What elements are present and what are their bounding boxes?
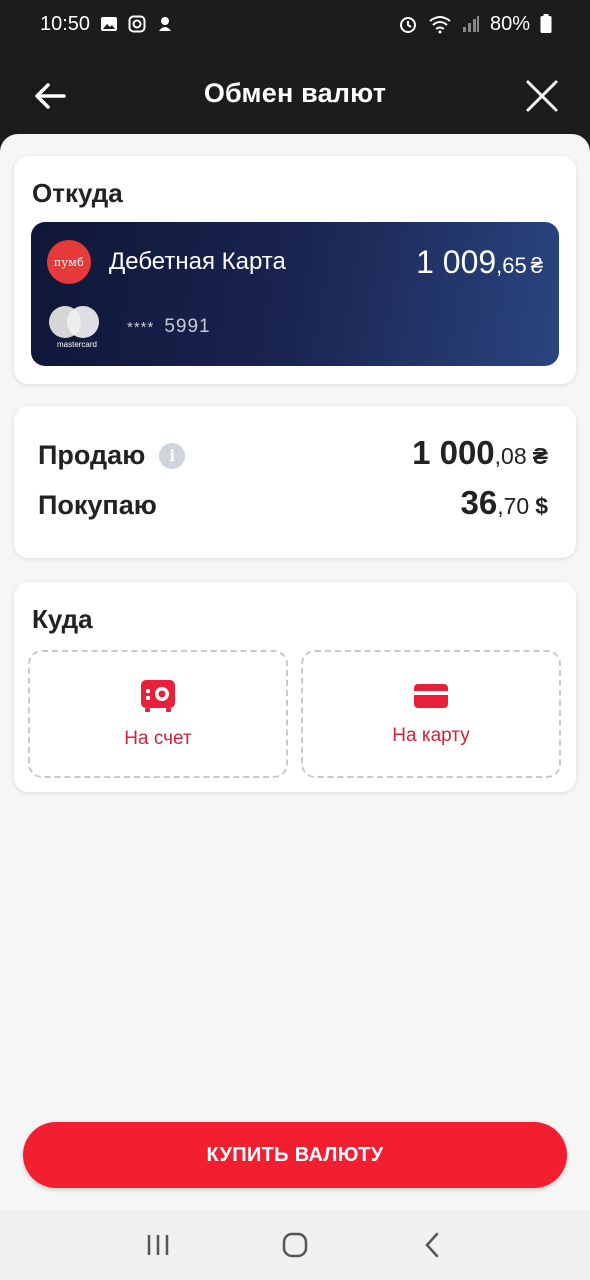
buy-row: Покупаю 36,70 $ (38, 484, 548, 522)
status-time: 10:50 (40, 12, 91, 35)
recent-apps-icon (148, 1235, 169, 1255)
system-back-button[interactable] (412, 1225, 452, 1265)
signal-icon (462, 15, 480, 33)
image-icon (100, 15, 118, 33)
sell-amount-dec: ,08 (494, 443, 527, 469)
to-card-option[interactable]: На карту (301, 650, 561, 778)
buy-amount-dec: ,70 (497, 493, 530, 519)
close-icon (526, 80, 558, 112)
to-account-label: На счет (124, 727, 192, 749)
safe-icon (140, 679, 176, 718)
bank-card[interactable]: пумб Дебетная Карта 1 009,65 ₴ mastercard… (31, 222, 559, 366)
status-bar: 10:50 80% (0, 0, 590, 48)
card-mask-stars: **** (127, 319, 155, 336)
to-card-label: На карту (392, 724, 470, 746)
status-left: 10:50 (40, 13, 174, 36)
close-button[interactable] (520, 74, 564, 118)
buy-currency: $ (535, 493, 548, 519)
chevron-left-icon (424, 1232, 438, 1258)
from-section: Откуда пумб Дебетная Карта 1 009,65 ₴ mas… (14, 156, 576, 384)
sell-amount: 1 000,08 ₴ (412, 434, 548, 472)
sell-currency: ₴ (532, 443, 548, 469)
battery-percent: 80% (489, 12, 530, 35)
to-title: Куда (32, 604, 93, 634)
status-right: 80% (398, 13, 552, 36)
home-button[interactable] (275, 1225, 315, 1265)
buy-label: Покупаю (38, 490, 157, 520)
card-number-mask: **** 5991 (127, 316, 211, 338)
card-last4: 5991 (164, 316, 211, 337)
info-icon[interactable]: i (159, 442, 186, 469)
content-area: Откуда пумб Дебетная Карта 1 009,65 ₴ mas… (0, 134, 590, 1210)
bank-logo: пумб (47, 240, 91, 284)
card-name: Дебетная Карта (109, 248, 286, 275)
card-balance-currency: ₴ (530, 253, 543, 278)
instagram-icon (128, 15, 146, 33)
amounts-section: Продаю i 1 000,08 ₴ Покупаю 36,70 $ (14, 406, 576, 558)
mastercard-icon: mastercard (47, 306, 103, 350)
from-title: Откуда (32, 178, 123, 208)
card-balance-int: 1 009 (416, 244, 497, 280)
card-balance: 1 009,65 ₴ (416, 244, 543, 281)
system-nav-bar (0, 1210, 590, 1280)
card-balance-dec: ,65 (496, 253, 527, 278)
buy-amount-int: 36 (460, 484, 498, 521)
to-section: Куда На счет На карту (14, 582, 576, 792)
card-icon (413, 682, 449, 715)
payment-system-label: mastercard (56, 340, 97, 349)
sell-label-wrap: Продаю i (38, 440, 186, 471)
wifi-icon (428, 14, 452, 34)
home-icon (282, 1232, 308, 1258)
app-bar: Обмен валют (0, 48, 590, 144)
sell-row: Продаю i 1 000,08 ₴ (38, 434, 548, 472)
notification-icon (156, 15, 174, 33)
to-account-option[interactable]: На счет (28, 650, 288, 778)
recent-apps-button[interactable] (138, 1225, 178, 1265)
page-title: Обмен валют (203, 78, 387, 108)
sell-label: Продаю (38, 440, 146, 470)
sell-amount-int: 1 000 (412, 434, 495, 471)
battery-icon (540, 14, 552, 34)
alarm-icon (398, 14, 418, 34)
buy-amount: 36,70 $ (461, 484, 549, 522)
buy-currency-button[interactable]: КУПИТЬ ВАЛЮТУ (23, 1122, 567, 1188)
